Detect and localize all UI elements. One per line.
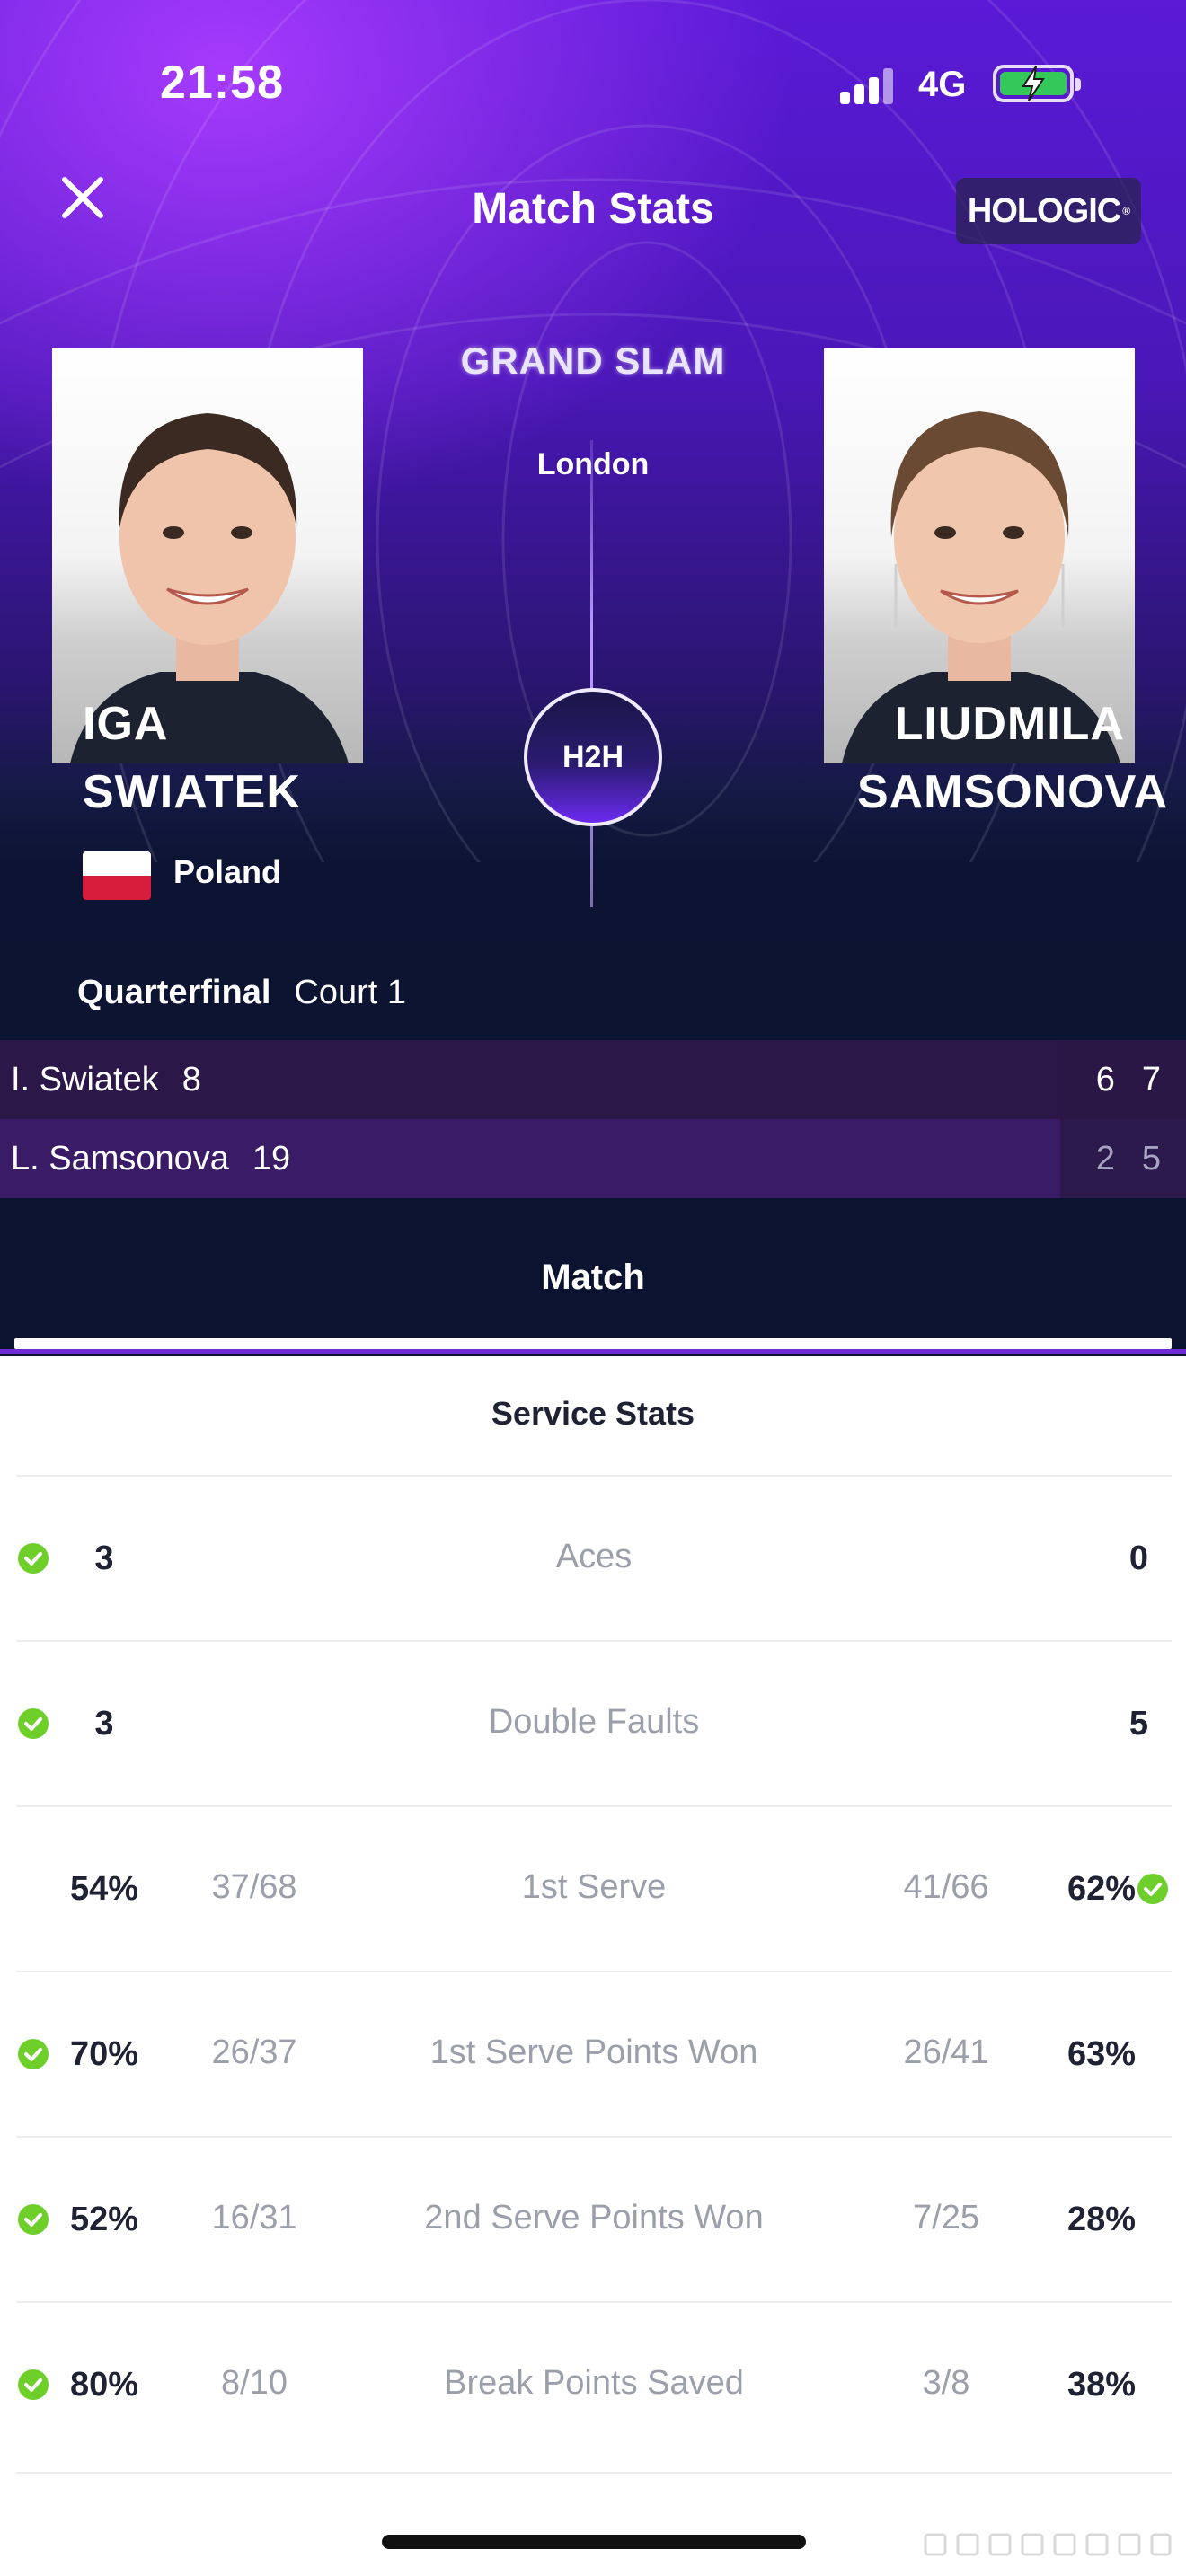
player-name-left: IGA SWIATEK xyxy=(83,698,301,818)
scoreboard-player: L. Samsonova xyxy=(11,1139,229,1178)
match-round: Quarterfinal xyxy=(77,974,271,1011)
match-round-court: Quarterfinal Court 1 xyxy=(77,974,406,1012)
set-score: 5 xyxy=(1141,1139,1161,1178)
set-score: 2 xyxy=(1095,1139,1115,1178)
stat-row-double-faults: 3 Double Faults 5 xyxy=(16,1640,1172,1805)
stat-row-first-serve: 54% 37/68 1st Serve 41/66 62% xyxy=(16,1805,1172,1971)
stat-row-break-points-saved: 80% 8/10 Break Points Saved 3/8 38% xyxy=(16,2301,1172,2466)
home-indicator[interactable] xyxy=(382,2535,806,2549)
scoreboard-player: I. Swiatek xyxy=(11,1060,159,1098)
player-country-left: Poland xyxy=(173,853,282,890)
center-divider-line xyxy=(590,440,593,907)
h2h-button[interactable]: H2H xyxy=(524,688,662,826)
stat-right-fraction: 7/25 xyxy=(913,2199,979,2236)
status-time: 21:58 xyxy=(160,57,284,109)
stat-right-value: 63% xyxy=(1067,2035,1136,2073)
stat-label: Aces xyxy=(555,1538,633,1575)
tab-match[interactable]: Match xyxy=(0,1257,1186,1298)
divider xyxy=(16,2472,1172,2474)
sponsor-logo: HOLOGIC ® xyxy=(956,178,1141,244)
stat-label: Double Faults xyxy=(488,1703,700,1741)
cellular-signal-icon xyxy=(840,63,903,104)
stat-right-fraction: 41/66 xyxy=(903,1868,989,1906)
set-score: 6 xyxy=(1095,1060,1115,1098)
stat-right-value: 38% xyxy=(1067,2366,1136,2404)
stat-right-value: 62% xyxy=(1067,1870,1136,1908)
scoreboard-seed: 19 xyxy=(252,1139,291,1178)
leader-check-icon xyxy=(1137,1874,1168,1904)
set-score: 7 xyxy=(1141,1060,1161,1098)
scoreboard-seed: 8 xyxy=(181,1060,201,1098)
stat-right-fraction: 26/41 xyxy=(903,2033,989,2071)
battery-charging-icon xyxy=(993,65,1081,102)
stat-row-second-serve-points-won: 52% 16/31 2nd Serve Points Won 7/25 28% xyxy=(16,2136,1172,2301)
scoreboard-row: I. Swiatek 8 6 7 xyxy=(0,1040,1186,1119)
poland-flag-icon xyxy=(83,851,151,900)
scoreboard-sets: 6 7 xyxy=(1096,1061,1161,1099)
stat-row-aces: 3 Aces 0 xyxy=(16,1475,1172,1640)
stat-row-first-serve-points-won: 70% 26/37 1st Serve Points Won 26/41 63% xyxy=(16,1971,1172,2136)
section-title: Service Stats xyxy=(491,1395,695,1432)
watermark-icon xyxy=(924,2533,1172,2556)
stat-right-value: 5 xyxy=(1128,1705,1148,1742)
player-name-right: LIUDMILA SAMSONOVA xyxy=(856,698,1168,818)
stat-right-fraction: 3/8 xyxy=(922,2364,970,2402)
match-court: Court 1 xyxy=(294,974,407,1011)
scoreboard-row: L. Samsonova 19 2 5 xyxy=(0,1119,1186,1198)
tab-match-indicator xyxy=(14,1338,1172,1349)
stat-right-value: 0 xyxy=(1128,1539,1148,1577)
header-bottom-border xyxy=(0,1349,1186,1354)
scoreboard-sets: 2 5 xyxy=(1096,1140,1161,1178)
stat-right-value: 28% xyxy=(1067,2201,1136,2238)
network-type: 4G xyxy=(918,65,967,104)
